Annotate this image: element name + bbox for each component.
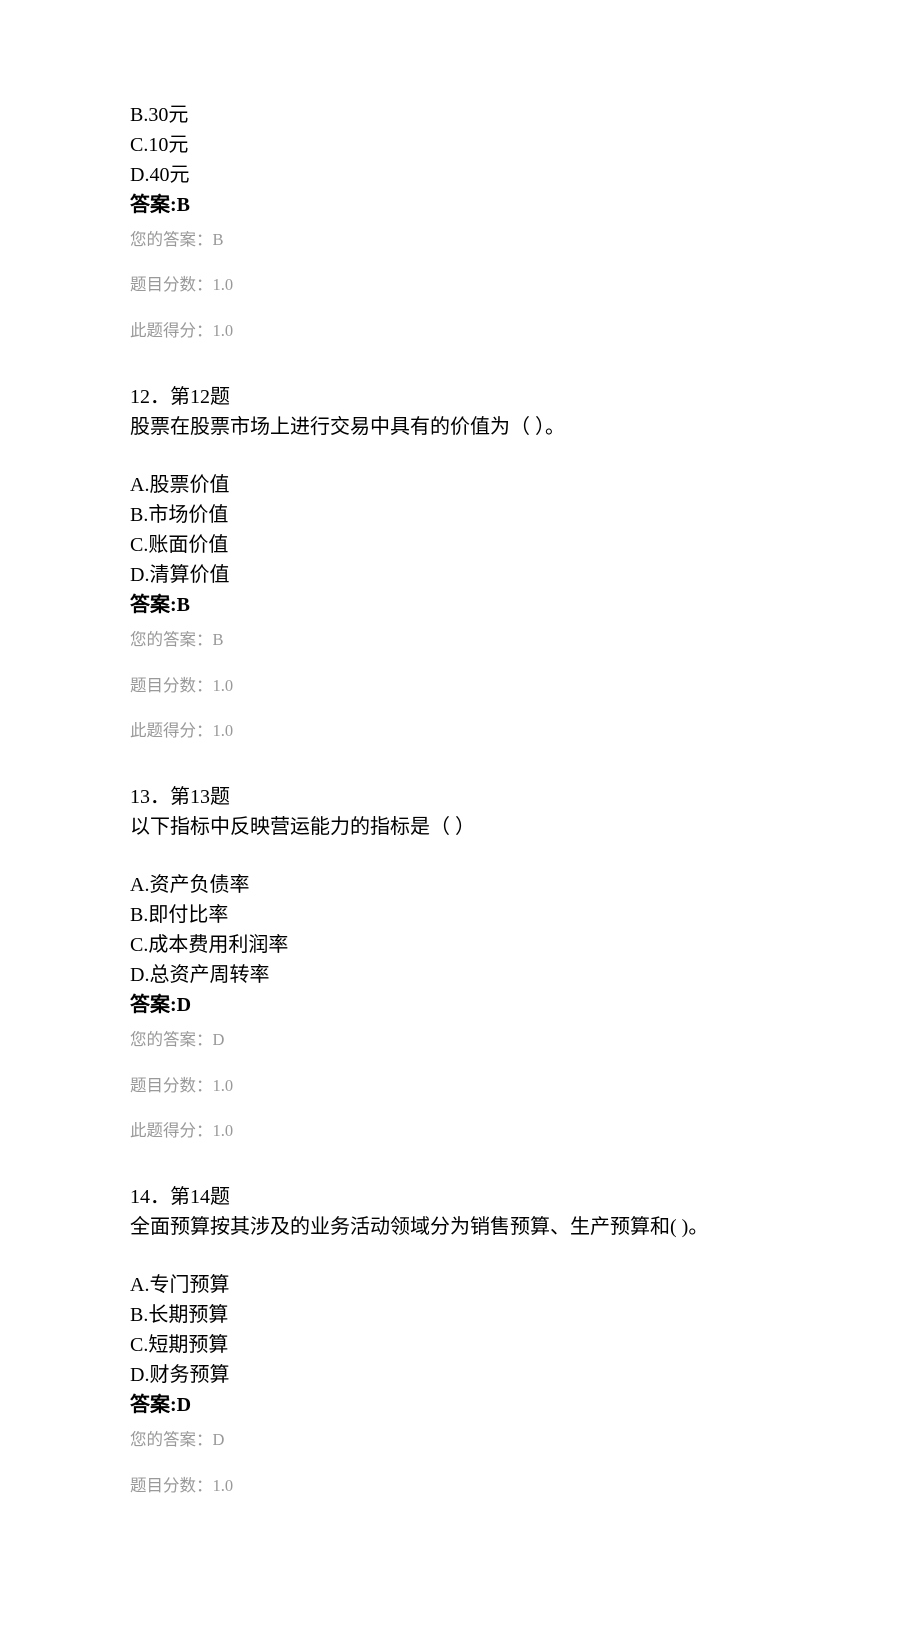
q13-option-d: D.总资产周转率 (130, 960, 790, 990)
spacer (130, 362, 790, 382)
q14-option-d: D.财务预算 (130, 1360, 790, 1390)
q11-score-got: 此题得分：1.0 (130, 317, 790, 346)
q11-option-c: C.10元 (130, 130, 790, 160)
q13-option-a: A.资产负债率 (130, 870, 790, 900)
q11-your-answer: 您的答案：B (130, 226, 790, 255)
q13-answer: 答案:D (130, 990, 790, 1020)
document-page: B.30元 C.10元 D.40元 答案:B 您的答案：B 题目分数：1.0 此… (0, 0, 920, 1637)
q14-stem: 全面预算按其涉及的业务活动领域分为销售预算、生产预算和( )。 (130, 1212, 790, 1242)
spacer (130, 1162, 790, 1182)
q12-option-d: D.清算价值 (130, 560, 790, 590)
q12-option-c: C.账面价值 (130, 530, 790, 560)
q14-option-c: C.短期预算 (130, 1330, 790, 1360)
q12-stem: 股票在股票市场上进行交易中具有的价值为（ ）。 (130, 412, 790, 442)
q11-score-full: 题目分数：1.0 (130, 271, 790, 300)
blank-line (130, 442, 790, 470)
q14-your-answer: 您的答案：D (130, 1426, 790, 1455)
q11-option-d: D.40元 (130, 160, 790, 190)
q12-option-a: A.股票价值 (130, 470, 790, 500)
q14-answer: 答案:D (130, 1390, 790, 1420)
q12-option-b: B.市场价值 (130, 500, 790, 530)
q13-option-b: B.即付比率 (130, 900, 790, 930)
q11-option-b: B.30元 (130, 100, 790, 130)
q12-your-answer: 您的答案：B (130, 626, 790, 655)
q13-score-got: 此题得分：1.0 (130, 1117, 790, 1146)
q14-option-a: A.专门预算 (130, 1270, 790, 1300)
q12-score-got: 此题得分：1.0 (130, 717, 790, 746)
q14-score-full: 题目分数：1.0 (130, 1472, 790, 1501)
q11-answer: 答案:B (130, 190, 790, 220)
q12-answer: 答案:B (130, 590, 790, 620)
q13-score-full: 题目分数：1.0 (130, 1072, 790, 1101)
q14-option-b: B.长期预算 (130, 1300, 790, 1330)
q13-header: 13．第13题 (130, 782, 790, 812)
q13-your-answer: 您的答案：D (130, 1026, 790, 1055)
spacer (130, 762, 790, 782)
q14-header: 14．第14题 (130, 1182, 790, 1212)
blank-line (130, 1242, 790, 1270)
q13-stem: 以下指标中反映营运能力的指标是（ ） (130, 812, 790, 842)
q12-score-full: 题目分数：1.0 (130, 672, 790, 701)
q12-header: 12．第12题 (130, 382, 790, 412)
q13-option-c: C.成本费用利润率 (130, 930, 790, 960)
blank-line (130, 842, 790, 870)
